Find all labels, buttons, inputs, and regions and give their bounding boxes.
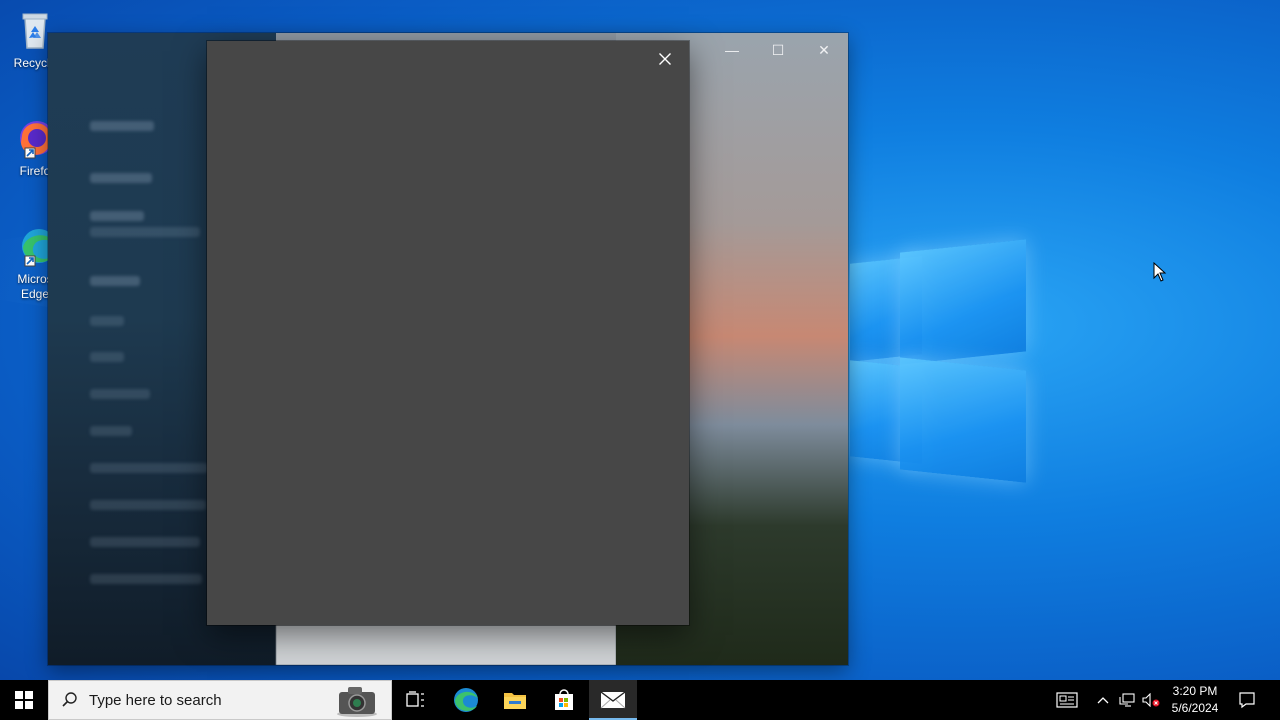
maximize-button[interactable]: ☐ [755,39,801,61]
news-icon [1056,692,1078,708]
window-close-button[interactable]: ✕ [801,39,847,61]
task-view-icon [406,691,424,707]
edge-icon [454,688,478,712]
taskbar-mail-button[interactable] [589,680,637,720]
windows-logo-wallpaper [820,239,1030,483]
search-placeholder: Type here to search [89,691,222,709]
taskbar-file-explorer-button[interactable] [491,680,539,720]
task-view-button[interactable] [392,680,440,720]
taskbar-edge-button[interactable] [442,680,490,720]
taskbar-store-button[interactable] [540,680,588,720]
show-hidden-icons-button[interactable] [1092,680,1114,720]
taskbar: Type here to search 3:20 PM 5/6/2024 [0,680,1280,720]
file-explorer-icon [504,693,526,709]
network-icon [1119,693,1135,707]
volume-muted-icon [1142,693,1160,707]
news-widget-button[interactable] [1050,680,1084,720]
taskbar-search-box[interactable]: Type here to search [48,680,392,720]
system-clock[interactable]: 3:20 PM 5/6/2024 [1164,683,1226,717]
store-icon [555,689,573,710]
close-icon[interactable] [655,49,675,69]
volume-button[interactable] [1140,680,1162,720]
modal-dialog [207,41,689,625]
start-button[interactable] [0,680,48,720]
notification-icon [1239,692,1255,709]
clock-time: 3:20 PM [1172,684,1218,698]
minimize-button[interactable]: — [709,39,755,61]
search-icon [62,692,77,707]
clock-date: 5/6/2024 [1171,701,1219,715]
mouse-cursor [1153,261,1167,287]
network-button[interactable] [1116,680,1138,720]
camera-illustration-icon [337,687,377,717]
mail-icon [600,691,626,709]
windows-start-icon [15,691,33,709]
chevron-up-icon [1097,697,1109,704]
action-center-button[interactable] [1232,680,1262,720]
